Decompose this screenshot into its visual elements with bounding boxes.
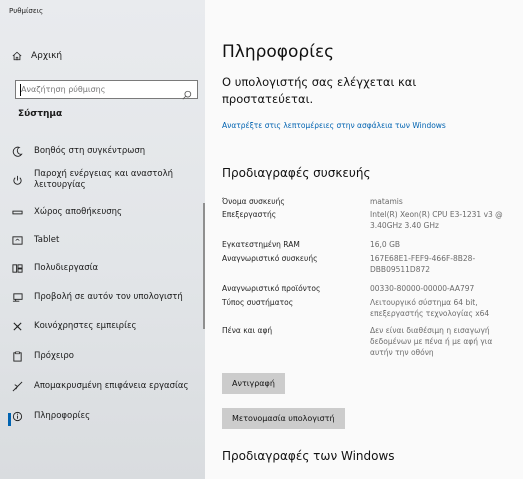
window-title: Ρυθμίσεις bbox=[9, 7, 44, 15]
sidebar-item-label: Πολυδιεργασία bbox=[34, 263, 99, 273]
sidebar-item-home[interactable]: Αρχική bbox=[7, 48, 62, 64]
spec-value: matamis bbox=[370, 197, 403, 206]
info-icon bbox=[0, 411, 34, 422]
spec-key: Αναγνωριστικό συσκευής bbox=[222, 254, 318, 263]
sidebar-item-clipboard[interactable]: Πρόχειρο bbox=[0, 351, 205, 362]
projecting-icon bbox=[0, 292, 34, 303]
sidebar-item-label: Προβολή σε αυτόν τον υπολογιστή bbox=[34, 292, 183, 302]
sidebar-item-label: Απομακρυσμένη επιφάνεια εργασίας bbox=[34, 381, 189, 391]
sidebar-item-label: Παροχή ενέργειας και αναστολή λειτουργία… bbox=[34, 169, 173, 190]
copy-button[interactable]: Αντιγραφή bbox=[222, 373, 285, 394]
clipboard-icon bbox=[0, 351, 34, 362]
sidebar-item-about[interactable]: Πληροφορίες bbox=[0, 411, 205, 426]
moon-icon bbox=[0, 146, 34, 157]
protection-status: Ο υπολογιστής σας ελέγχεται και προστατε… bbox=[222, 75, 417, 106]
spec-value: 16,0 GB bbox=[370, 240, 401, 249]
spec-value: Λειτουργικό σύστημα 64 bit, επεξεργαστής… bbox=[370, 298, 490, 318]
spec-value: 00330-80000-00000-AA797 bbox=[370, 284, 475, 293]
power-icon bbox=[0, 175, 34, 186]
about-page: Πληροφορίες Ο υπολογιστής σας ελέγχεται … bbox=[205, 0, 523, 479]
settings-search[interactable] bbox=[15, 80, 198, 99]
page-title: Πληροφορίες bbox=[222, 42, 335, 62]
spec-value: Δεν είναι διαθέσιμη η εισαγωγή δεδομένων… bbox=[370, 326, 493, 357]
sidebar-item-label: Χώρος αποθήκευσης bbox=[34, 207, 123, 217]
rename-pc-button[interactable]: Μετονομασία υπολογιστή bbox=[222, 408, 345, 429]
search-input[interactable] bbox=[21, 85, 182, 94]
windows-specs-heading: Προδιαγραφές των Windows bbox=[222, 449, 395, 463]
spec-key: Επεξεργαστής bbox=[222, 210, 277, 219]
sidebar-item-label: Κοινόχρηστες εμπειρίες bbox=[34, 321, 137, 331]
spec-key: Όνομα συσκευής bbox=[222, 197, 285, 206]
search-icon[interactable] bbox=[182, 85, 192, 99]
remote-desktop-icon bbox=[0, 381, 34, 392]
multitasking-icon bbox=[0, 263, 34, 274]
security-details-link[interactable]: Ανατρέξτε στις λεπτομέρειες στην ασφάλει… bbox=[222, 120, 452, 131]
tablet-icon bbox=[0, 235, 34, 246]
spec-key: Αναγνωριστικό προϊόντος bbox=[222, 284, 321, 293]
sidebar-item-label: Πρόχειρο bbox=[34, 351, 74, 361]
sidebar-item-power-sleep[interactable]: Παροχή ενέργειας και αναστολή λειτουργία… bbox=[0, 169, 205, 191]
section-header-system: Σύστημα bbox=[18, 109, 63, 119]
shared-experiences-icon bbox=[0, 321, 34, 332]
sidebar-item-remote-desktop[interactable]: Απομακρυσμένη επιφάνεια εργασίας bbox=[0, 381, 205, 392]
sidebar-item-storage[interactable]: Χώρος αποθήκευσης bbox=[0, 207, 205, 218]
sidebar-item-multitasking[interactable]: Πολυδιεργασία bbox=[0, 263, 205, 274]
spec-key: Εγκατεστημένη RAM bbox=[222, 240, 300, 249]
device-specs-heading: Προδιαγραφές συσκευής bbox=[222, 166, 371, 180]
home-label: Αρχική bbox=[31, 51, 63, 61]
sidebar-item-label: Πληροφορίες bbox=[34, 411, 91, 421]
sidebar-item-focus-assist[interactable]: Βοηθός στη συγκέντρωση bbox=[0, 146, 205, 157]
settings-sidebar: Ρυθμίσεις Αρχική Σύστημα Βοηθός στη συγκ… bbox=[0, 0, 205, 479]
home-icon bbox=[7, 51, 27, 61]
spec-key: Πένα και αφή bbox=[222, 326, 273, 335]
spec-value: 167E68E1-FEF9-466F-8B28-DBB09511D872 bbox=[370, 254, 476, 274]
text-cursor bbox=[20, 84, 21, 96]
spec-key: Τύπος συστήματος bbox=[222, 298, 294, 307]
sidebar-item-label: Βοηθός στη συγκέντρωση bbox=[34, 146, 146, 156]
spec-value: Intel(R) Xeon(R) CPU E3-1231 v3 @ 3.40GH… bbox=[370, 210, 503, 230]
sidebar-item-shared-experiences[interactable]: Κοινόχρηστες εμπειρίες bbox=[0, 321, 205, 332]
sidebar-item-label: Tablet bbox=[34, 235, 60, 245]
sidebar-item-projecting[interactable]: Προβολή σε αυτόν τον υπολογιστή bbox=[0, 292, 205, 303]
storage-icon bbox=[0, 207, 34, 218]
sidebar-item-tablet[interactable]: Tablet bbox=[0, 235, 205, 246]
